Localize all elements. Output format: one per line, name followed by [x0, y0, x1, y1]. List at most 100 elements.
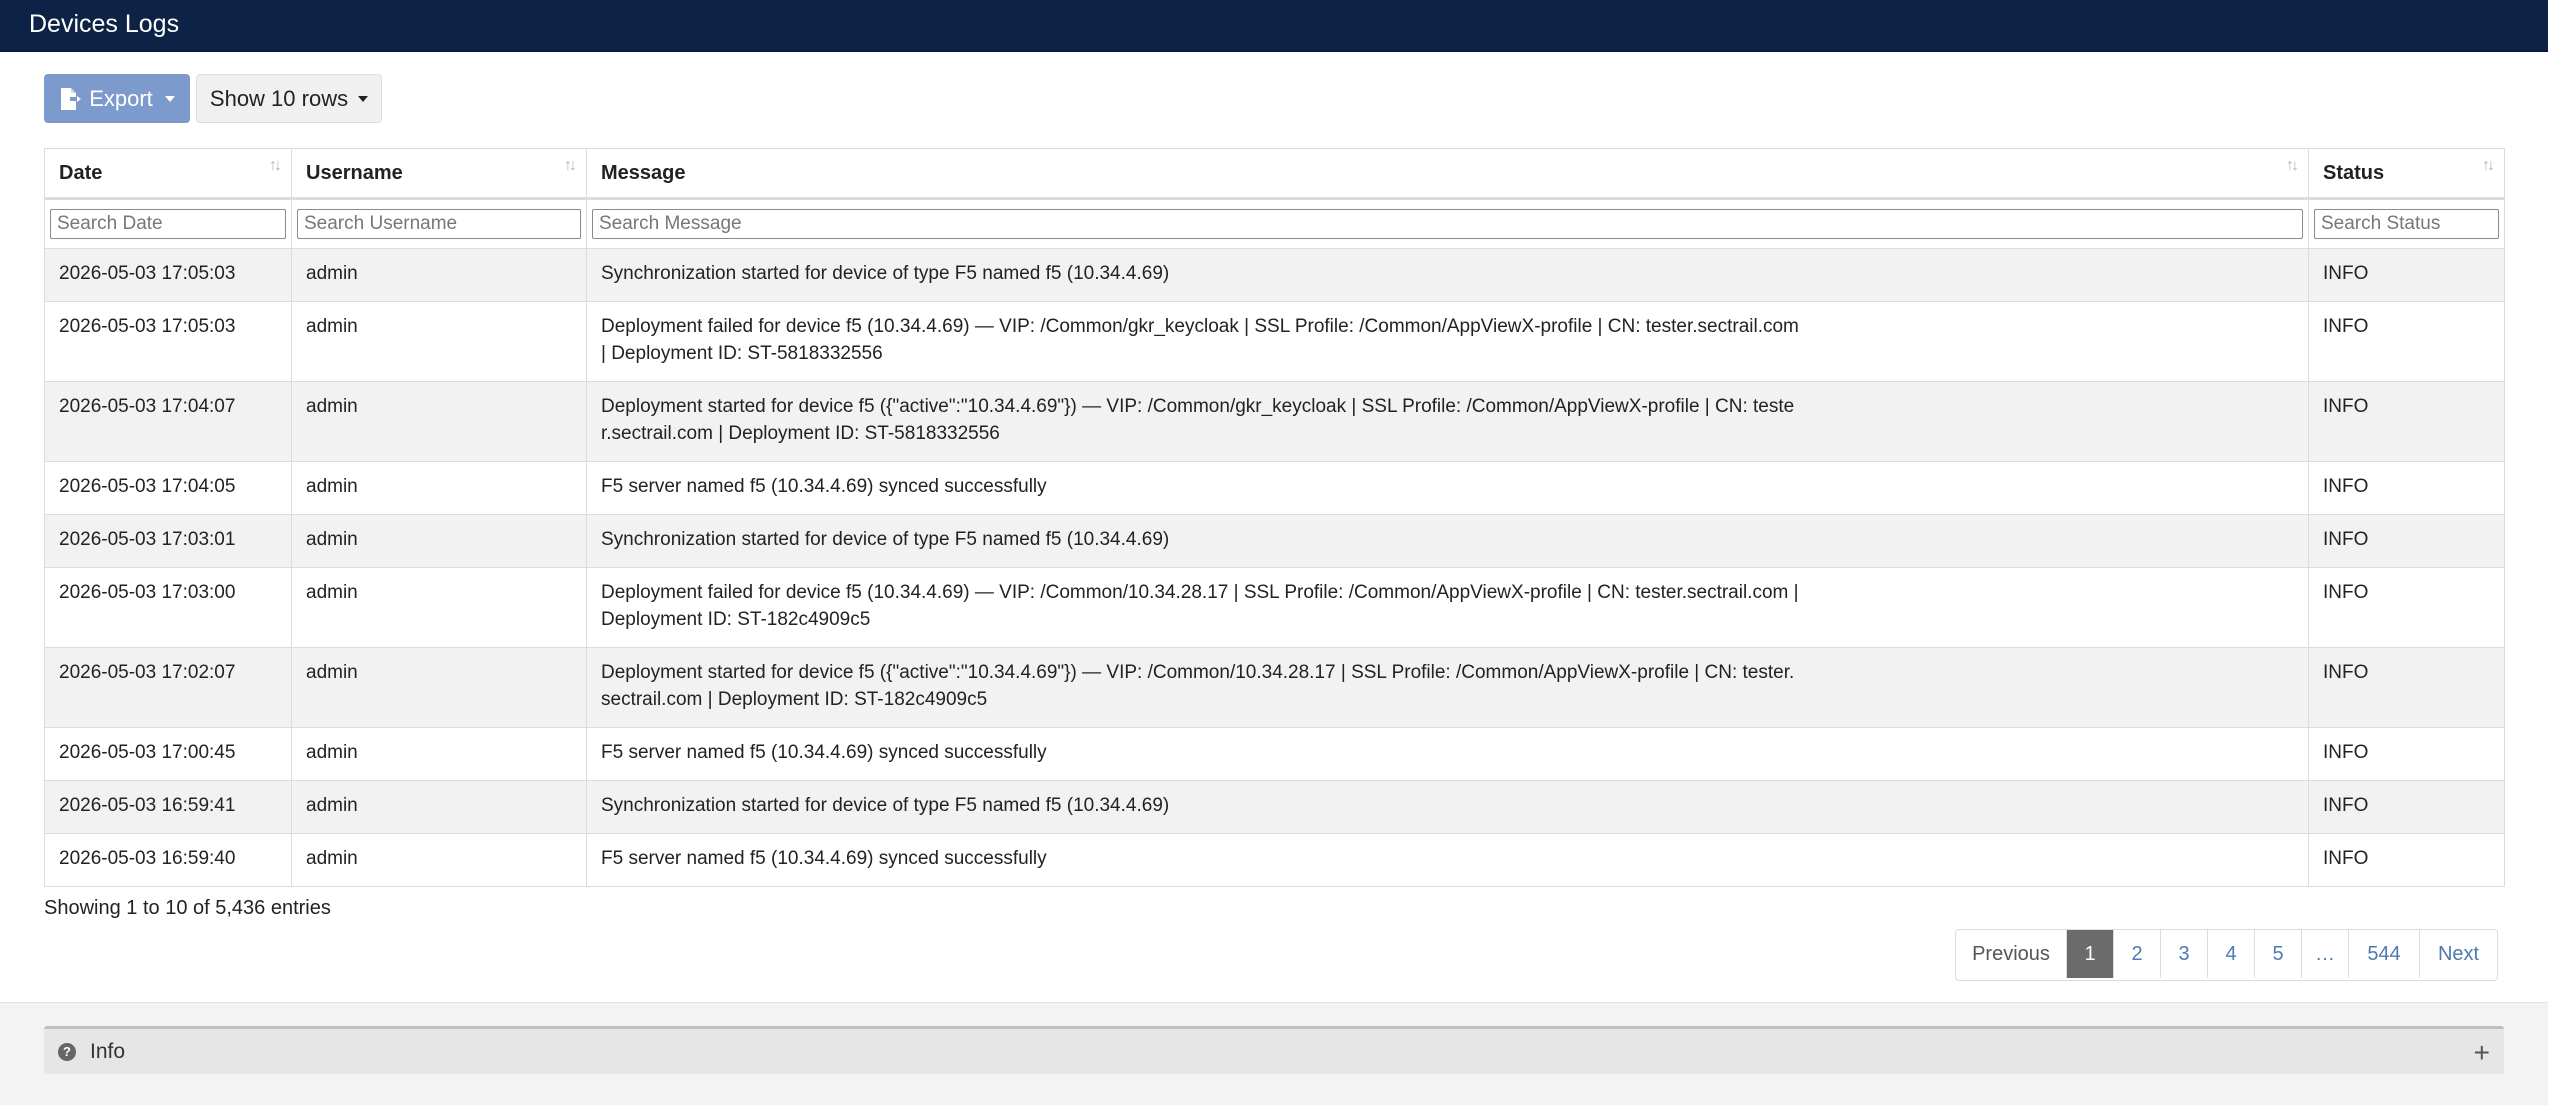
message-cell: Deployment failed for device f5 (10.34.4…	[586, 301, 2309, 382]
column-label: Status	[2323, 161, 2385, 184]
chevron-down-icon	[358, 95, 369, 102]
message-cell: F5 server named f5 (10.34.4.69) synced s…	[586, 461, 2309, 515]
search-message-input[interactable]	[592, 209, 2303, 239]
sort-icon: ↑↓	[2286, 157, 2299, 174]
message-cell: F5 server named f5 (10.34.4.69) synced s…	[586, 833, 2309, 887]
message-text: Deployment started for device f5 ({"acti…	[601, 396, 1795, 444]
date-cell: 2026-05-03 16:59:41	[44, 780, 292, 834]
message-text: F5 server named f5 (10.34.4.69) synced s…	[601, 742, 1047, 763]
search-username-input[interactable]	[297, 209, 581, 239]
date-cell: 2026-05-03 17:00:45	[44, 727, 292, 781]
message-text: Synchronization started for device of ty…	[601, 795, 1170, 816]
filter-row	[44, 198, 2505, 249]
table-header-row: Date ↑↓ Username ↑↓ Message ↑↓ Status ↑↓	[44, 148, 2505, 200]
message-text: Synchronization started for device of ty…	[601, 529, 1170, 550]
table-row: 2026-05-03 17:03:01 admin Synchronizatio…	[44, 514, 2505, 568]
column-header-message[interactable]: Message ↑↓	[586, 148, 2309, 200]
column-label: Message	[601, 161, 686, 184]
username-cell: admin	[291, 514, 587, 568]
page-title: Devices Logs	[29, 10, 180, 38]
table-row: 2026-05-03 16:59:41 admin Synchronizatio…	[44, 780, 2505, 834]
date-cell: 2026-05-03 17:05:03	[44, 301, 292, 382]
search-status-input[interactable]	[2314, 209, 2499, 239]
search-date-input[interactable]	[50, 209, 286, 239]
status-cell: INFO	[2308, 647, 2505, 728]
next-page-button[interactable]: Next	[2420, 930, 2497, 978]
status-cell: INFO	[2308, 461, 2505, 515]
column-label: Date	[59, 161, 103, 184]
question-circle-icon: ?	[58, 1042, 76, 1061]
chevron-down-icon	[164, 95, 175, 102]
info-panel-label: Info	[90, 1039, 126, 1063]
username-cell: admin	[291, 780, 587, 834]
status-cell: INFO	[2308, 381, 2505, 462]
page-button-4[interactable]: 4	[2208, 930, 2255, 978]
previous-page-button[interactable]: Previous	[1956, 930, 2067, 978]
table-row: 2026-05-03 16:59:40 admin F5 server name…	[44, 833, 2505, 887]
date-cell: 2026-05-03 17:03:01	[44, 514, 292, 568]
sort-icon: ↑↓	[2482, 157, 2495, 174]
export-label: Export	[89, 85, 153, 111]
title-bar: Devices Logs	[0, 0, 2548, 52]
status-cell: INFO	[2308, 567, 2505, 648]
message-text: Deployment started for device f5 ({"acti…	[601, 662, 1795, 710]
message-text: F5 server named f5 (10.34.4.69) synced s…	[601, 476, 1047, 497]
username-cell: admin	[291, 833, 587, 887]
message-cell: Synchronization started for device of ty…	[586, 780, 2309, 834]
show-rows-button[interactable]: Show 10 rows	[196, 74, 382, 123]
message-cell: Deployment started for device f5 ({"acti…	[586, 647, 2309, 728]
username-cell: admin	[291, 461, 587, 515]
table-summary: Showing 1 to 10 of 5,436 entries	[44, 897, 331, 919]
table-row: 2026-05-03 17:02:07 admin Deployment sta…	[44, 647, 2505, 728]
file-export-icon	[61, 87, 82, 110]
username-cell: admin	[291, 301, 587, 382]
username-cell: admin	[291, 381, 587, 462]
page-button-2[interactable]: 2	[2114, 930, 2161, 978]
message-cell: Synchronization started for device of ty…	[586, 248, 2309, 302]
page-button-last[interactable]: 544	[2349, 930, 2420, 978]
plus-icon[interactable]: +	[2474, 1037, 2490, 1069]
logs-table: Date ↑↓ Username ↑↓ Message ↑↓ Status ↑↓	[44, 148, 2505, 887]
page-button-3[interactable]: 3	[2161, 930, 2208, 978]
page-button-5[interactable]: 5	[2255, 930, 2302, 978]
message-cell: F5 server named f5 (10.34.4.69) synced s…	[586, 727, 2309, 781]
sort-icon: ↑↓	[564, 157, 577, 174]
table-row: 2026-05-03 17:00:45 admin F5 server name…	[44, 727, 2505, 781]
date-cell: 2026-05-03 17:02:07	[44, 647, 292, 728]
username-cell: admin	[291, 248, 587, 302]
username-cell: admin	[291, 727, 587, 781]
message-text: F5 server named f5 (10.34.4.69) synced s…	[601, 848, 1047, 869]
show-rows-label: Show 10 rows	[209, 85, 349, 111]
pagination: Previous 1 2 3 4 5 … 544 Next	[1955, 929, 2498, 981]
date-cell: 2026-05-03 17:04:07	[44, 381, 292, 462]
page-button-1[interactable]: 1	[2067, 930, 2114, 978]
date-cell: 2026-05-03 17:03:00	[44, 567, 292, 648]
message-text: Deployment failed for device f5 (10.34.4…	[601, 582, 1799, 630]
status-cell: INFO	[2308, 727, 2505, 781]
status-cell: INFO	[2308, 301, 2505, 382]
table-row: 2026-05-03 17:04:07 admin Deployment sta…	[44, 381, 2505, 462]
username-cell: admin	[291, 567, 587, 648]
table-row: 2026-05-03 17:04:05 admin F5 server name…	[44, 461, 2505, 515]
table-row: 2026-05-03 17:05:03 admin Synchronizatio…	[44, 248, 2505, 302]
export-button[interactable]: Export	[44, 74, 190, 123]
column-header-status[interactable]: Status ↑↓	[2308, 148, 2505, 200]
column-header-username[interactable]: Username ↑↓	[291, 148, 587, 200]
sort-icon: ↑↓	[269, 157, 282, 174]
date-cell: 2026-05-03 17:05:03	[44, 248, 292, 302]
message-text: Synchronization started for device of ty…	[601, 263, 1170, 284]
message-cell: Deployment started for device f5 ({"acti…	[586, 381, 2309, 462]
date-cell: 2026-05-03 16:59:40	[44, 833, 292, 887]
message-text: Deployment failed for device f5 (10.34.4…	[601, 316, 1799, 364]
username-cell: admin	[291, 647, 587, 728]
status-cell: INFO	[2308, 833, 2505, 887]
message-cell: Synchronization started for device of ty…	[586, 514, 2309, 568]
column-header-date[interactable]: Date ↑↓	[44, 148, 292, 200]
status-cell: INFO	[2308, 780, 2505, 834]
status-cell: INFO	[2308, 514, 2505, 568]
status-cell: INFO	[2308, 248, 2505, 302]
info-panel-header[interactable]: ? Info +	[44, 1026, 2504, 1074]
page-ellipsis: …	[2302, 930, 2349, 978]
message-cell: Deployment failed for device f5 (10.34.4…	[586, 567, 2309, 648]
table-row: 2026-05-03 17:05:03 admin Deployment fai…	[44, 301, 2505, 382]
